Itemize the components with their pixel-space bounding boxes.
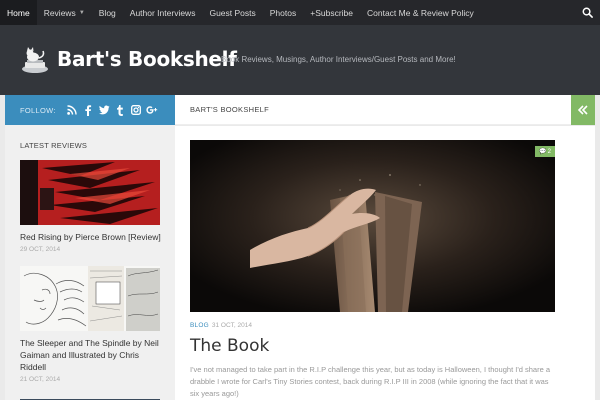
- instagram-link[interactable]: [130, 104, 143, 117]
- nav-home[interactable]: Home: [0, 0, 37, 25]
- rss-icon: [67, 105, 77, 115]
- search-button[interactable]: [575, 0, 600, 25]
- book-photo-image: [190, 140, 555, 312]
- sidebar-post-date-1: 29 OCT, 2014: [20, 246, 61, 253]
- post-excerpt: I've not managed to take part in the R.I…: [190, 365, 551, 398]
- nav-reviews[interactable]: Reviews ▼: [37, 0, 92, 25]
- nav-guest-posts-label: Guest Posts: [209, 7, 256, 18]
- top-navigation: Home Reviews ▼ Blog Author Interviews Gue…: [0, 0, 600, 25]
- instagram-icon: [131, 105, 142, 115]
- post-date: 31 OCT, 2014: [211, 322, 252, 329]
- follow-label: FOLLOW:: [20, 105, 56, 115]
- breadcrumb-bar: BART'S BOOKSHELF: [175, 95, 571, 125]
- twitter-icon: [98, 105, 110, 115]
- comments-icon: 💬: [539, 149, 547, 155]
- comment-count-badge[interactable]: 💬 2: [535, 146, 555, 157]
- nav-subscribe-label: +Subscribe: [310, 7, 353, 18]
- search-icon: [582, 7, 593, 18]
- site-title[interactable]: Bart's Bookshelf: [57, 47, 237, 71]
- red-rising-cover-image: [20, 160, 160, 225]
- nav-contact[interactable]: Contact Me & Review Policy: [360, 0, 481, 25]
- nav-blog-label: Blog: [98, 7, 116, 18]
- next-thumbnail[interactable]: [20, 396, 160, 400]
- nav-author-interviews-label: Author Interviews: [129, 7, 196, 18]
- nav-guest-posts[interactable]: Guest Posts: [202, 0, 262, 25]
- follow-bar: FOLLOW:: [5, 95, 175, 125]
- facebook-link[interactable]: [82, 104, 95, 117]
- cat-logo-icon: [22, 47, 48, 73]
- site-header: Bart's Bookshelf Book Reviews, Musings, …: [0, 25, 600, 95]
- featured-image[interactable]: 💬 2: [190, 140, 555, 312]
- rss-link[interactable]: [66, 104, 79, 117]
- sidebar-post-title-1[interactable]: Red Rising by Pierce Brown [Review]: [20, 231, 165, 243]
- post-meta: BLOG 31 OCT, 2014: [190, 322, 252, 329]
- nav-subscribe[interactable]: +Subscribe: [303, 0, 360, 25]
- sidebar-post-title-2[interactable]: The Sleeper and The Spindle by Neil Gaim…: [20, 337, 165, 373]
- main-content: 💬 2 BLOG 31 OCT, 2014 The Book I've not ma…: [175, 126, 595, 400]
- nav-photos-label: Photos: [269, 7, 297, 18]
- facebook-icon: [85, 104, 92, 116]
- sleeper-spindle-cover-image: [20, 266, 160, 331]
- nav-contact-label: Contact Me & Review Policy: [367, 7, 474, 18]
- tumblr-icon: [117, 104, 124, 116]
- post-category[interactable]: BLOG: [190, 322, 209, 329]
- nav-blog[interactable]: Blog: [92, 0, 123, 25]
- latest-reviews-heading: LATEST REVIEWS: [20, 141, 88, 150]
- nav-photos[interactable]: Photos: [263, 0, 303, 25]
- google-plus-link[interactable]: [146, 104, 159, 117]
- site-tagline: Book Reviews, Musings, Author Interviews…: [221, 55, 456, 64]
- google-plus-icon: [146, 105, 158, 114]
- twitter-link[interactable]: [98, 104, 111, 117]
- post-title[interactable]: The Book: [190, 336, 269, 356]
- site-logo[interactable]: [20, 47, 50, 75]
- tumblr-link[interactable]: [114, 104, 127, 117]
- sidebar-post-date-2: 21 OCT, 2014: [20, 376, 61, 383]
- comment-count: 2: [547, 148, 551, 155]
- collapse-sidebar-button[interactable]: [571, 95, 595, 125]
- nav-home-label: Home: [7, 7, 30, 18]
- nav-reviews-label: Reviews: [43, 7, 76, 18]
- sidebar: LATEST REVIEWS Red Rising by Pierce Brow…: [5, 125, 175, 400]
- double-chevron-left-icon: [577, 105, 588, 115]
- red-rising-thumbnail[interactable]: [20, 160, 160, 225]
- breadcrumb[interactable]: BART'S BOOKSHELF: [190, 105, 269, 114]
- sleeper-spindle-thumbnail[interactable]: [20, 266, 160, 331]
- nav-author-interviews[interactable]: Author Interviews: [123, 0, 203, 25]
- chevron-down-icon: ▼: [78, 9, 85, 16]
